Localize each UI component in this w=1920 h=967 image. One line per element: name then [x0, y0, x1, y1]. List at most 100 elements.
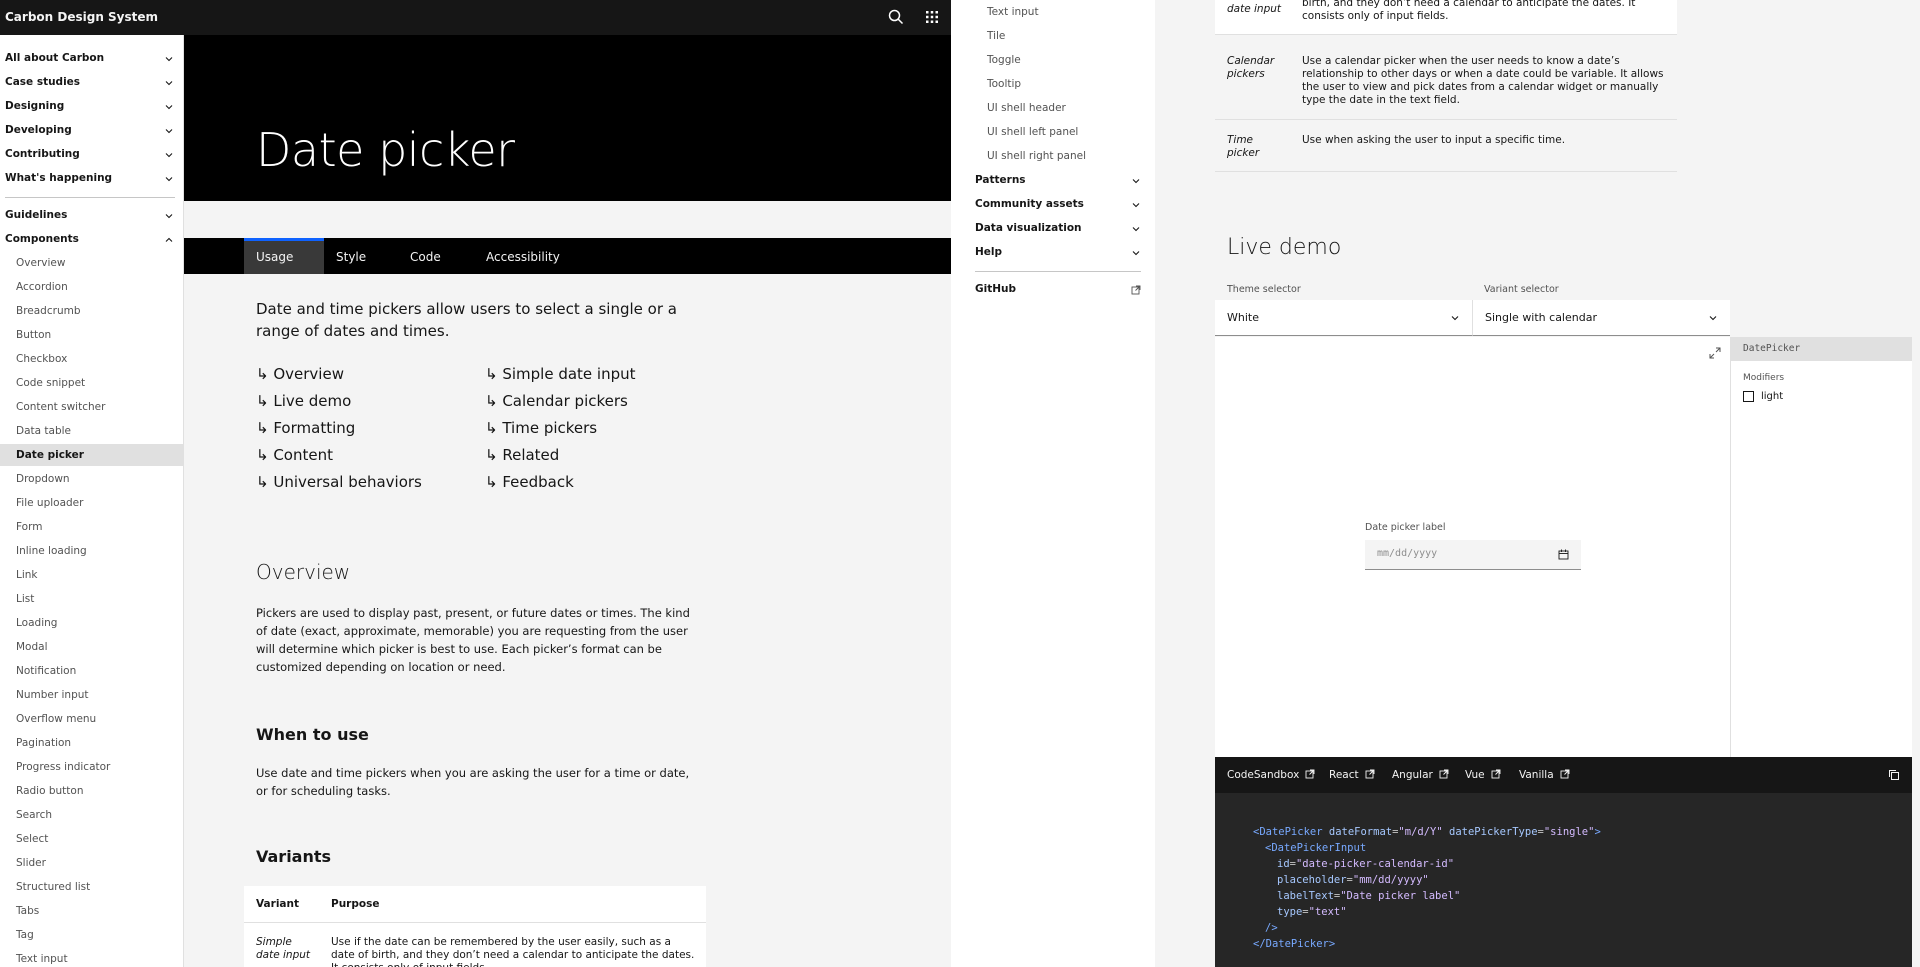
vanilla-link[interactable]: Vanilla — [1519, 757, 1570, 793]
search-icon[interactable] — [887, 8, 905, 26]
sidebar-item-form[interactable]: Form — [0, 516, 183, 538]
toc-link-feedback[interactable]: ↳ Feedback — [485, 473, 574, 491]
table-cell-variant: Calendar pickers — [1227, 55, 1275, 80]
sidebar-item-radio-button[interactable]: Radio button — [0, 780, 183, 802]
nav-data-visualization[interactable]: Data visualization — [975, 222, 1141, 234]
sidebar-item-file-uploader[interactable]: File uploader — [0, 492, 183, 514]
nav-case-studies[interactable]: Case studies — [5, 76, 179, 88]
nav-designing[interactable]: Designing — [5, 100, 179, 112]
sidebar-item-number-input[interactable]: Number input — [0, 684, 183, 706]
code-token: "single" — [1543, 826, 1595, 838]
live-demo-heading: Live demo — [1227, 235, 1342, 260]
variant-selector[interactable]: Single with calendar — [1472, 300, 1730, 336]
table-cell-purpose: Use when asking the user to input a spec… — [1302, 134, 1566, 146]
sidebar-item-data-table[interactable]: Data table — [0, 420, 183, 442]
nav-community-assets[interactable]: Community assets — [975, 198, 1141, 210]
nav-label: Designing — [5, 100, 65, 112]
sidebar-item-search[interactable]: Search — [0, 804, 183, 826]
nav-components[interactable]: Components — [5, 233, 179, 245]
date-input[interactable]: mm/dd/yyyy — [1365, 540, 1581, 570]
sidebar-item-code-snippet[interactable]: Code snippet — [0, 372, 183, 394]
codesandbox-link[interactable]: CodeSandbox — [1227, 757, 1315, 793]
nav-label: Components — [5, 233, 79, 245]
left-sidebar: All about Carbon Case studies Designing … — [0, 35, 184, 967]
modifiers-label: Modifiers — [1743, 373, 1785, 383]
nav-developing[interactable]: Developing — [5, 124, 179, 136]
copy-icon[interactable] — [1888, 769, 1900, 781]
chevron-down-icon — [165, 177, 173, 182]
vue-link[interactable]: Vue — [1465, 757, 1501, 793]
chevron-down-icon — [165, 57, 173, 62]
sidebar-item-accordion[interactable]: Accordion — [0, 276, 183, 298]
sidebar-item-link[interactable]: Link — [0, 564, 183, 586]
nav-github[interactable]: GitHub — [975, 283, 1141, 295]
theme-selector[interactable]: White — [1215, 300, 1472, 336]
nav-patterns[interactable]: Patterns — [975, 174, 1141, 186]
light-checkbox-label[interactable]: light — [1761, 391, 1783, 402]
sidebar-item-text-input[interactable]: Text input — [0, 948, 183, 967]
sidebar-item-overflow-menu[interactable]: Overflow menu — [0, 708, 183, 730]
sidebar-item-overview[interactable]: Overview — [0, 252, 183, 274]
sidebar-item-slider[interactable]: Slider — [0, 852, 183, 874]
toc-link-formatting[interactable]: ↳ Formatting — [256, 419, 355, 437]
code-snippet[interactable]: <DatePicker dateFormat="m/d/Y" datePicke… — [1215, 793, 1912, 967]
sidebar-item-content-switcher[interactable]: Content switcher — [0, 396, 183, 418]
toc-link-calendar-pickers[interactable]: ↳ Calendar pickers — [485, 392, 628, 410]
tab-accessibility[interactable]: Accessibility — [474, 238, 572, 274]
sidebar-item-modal[interactable]: Modal — [0, 636, 183, 658]
sidebar-item-select[interactable]: Select — [0, 828, 183, 850]
sidebar-item-inline-loading[interactable]: Inline loading — [0, 540, 183, 562]
sidebar-item-button[interactable]: Button — [0, 324, 183, 346]
chevron-down-icon — [1709, 316, 1717, 321]
sidebar-item-toggle[interactable]: Toggle — [987, 54, 1021, 66]
sidebar-item-loading[interactable]: Loading — [0, 612, 183, 634]
sidebar-item-tag[interactable]: Tag — [0, 924, 183, 946]
toc-link-live-demo[interactable]: ↳ Live demo — [256, 392, 351, 410]
tab-style[interactable]: Style — [324, 238, 378, 274]
sidebar-item-structured-list[interactable]: Structured list — [0, 876, 183, 898]
chevron-down-icon — [165, 129, 173, 134]
page-hero: Date picker — [184, 35, 951, 201]
sidebar-item-tabs[interactable]: Tabs — [0, 900, 183, 922]
sidebar-item-dropdown[interactable]: Dropdown — [0, 468, 183, 490]
sidebar-item-pagination[interactable]: Pagination — [0, 732, 183, 754]
angular-link[interactable]: Angular — [1392, 757, 1449, 793]
maximize-icon[interactable] — [1709, 347, 1721, 359]
sidebar-item-tooltip[interactable]: Tooltip — [987, 78, 1021, 90]
nav-label: Help — [975, 246, 1003, 258]
nav-whats-happening[interactable]: What's happening — [5, 172, 179, 184]
app-switcher-icon[interactable] — [923, 8, 941, 26]
sidebar-item-checkbox[interactable]: Checkbox — [0, 348, 183, 370]
sidebar-item-notification[interactable]: Notification — [0, 660, 183, 682]
toc-link-simple-date-input[interactable]: ↳ Simple date input — [485, 365, 636, 383]
sidebar-item-list[interactable]: List — [0, 588, 183, 610]
sidebar-item-date-picker[interactable]: Date picker — [0, 444, 183, 466]
light-checkbox[interactable] — [1743, 391, 1754, 402]
nav-contributing[interactable]: Contributing — [5, 148, 179, 160]
nav-help[interactable]: Help — [975, 246, 1141, 258]
toc-link-overview[interactable]: ↳ Overview — [256, 365, 344, 383]
toc-link-universal-behaviors[interactable]: ↳ Universal behaviors — [256, 473, 422, 491]
tab-usage[interactable]: Usage — [244, 238, 324, 274]
react-link[interactable]: React — [1329, 757, 1375, 793]
sidebar-item-ui-shell-right-panel[interactable]: UI shell right panel — [987, 150, 1086, 162]
code-token: placeholder — [1277, 874, 1347, 886]
code-token: "mm/dd/yyyy" — [1352, 874, 1429, 886]
nav-all-about-carbon[interactable]: All about Carbon — [5, 52, 179, 64]
toc-link-time-pickers[interactable]: ↳ Time pickers — [485, 419, 597, 437]
nav-guidelines[interactable]: Guidelines — [5, 209, 179, 221]
calendar-icon[interactable] — [1558, 549, 1569, 560]
brand-name[interactable]: Carbon Design System — [5, 10, 158, 24]
code-line: type="text" — [1277, 906, 1347, 918]
sidebar-item-text-input[interactable]: Text input — [987, 6, 1039, 18]
toc-link-related[interactable]: ↳ Related — [485, 446, 559, 464]
external-link-icon — [1365, 769, 1375, 779]
sidebar-item-tile[interactable]: Tile — [987, 30, 1005, 42]
toc-link-content[interactable]: ↳ Content — [256, 446, 333, 464]
component-name: DatePicker — [1731, 337, 1912, 361]
sidebar-item-breadcrumb[interactable]: Breadcrumb — [0, 300, 183, 322]
tab-code[interactable]: Code — [398, 238, 453, 274]
sidebar-item-ui-shell-header[interactable]: UI shell header — [987, 102, 1066, 114]
sidebar-item-ui-shell-left-panel[interactable]: UI shell left panel — [987, 126, 1078, 138]
sidebar-item-progress-indicator[interactable]: Progress indicator — [0, 756, 183, 778]
